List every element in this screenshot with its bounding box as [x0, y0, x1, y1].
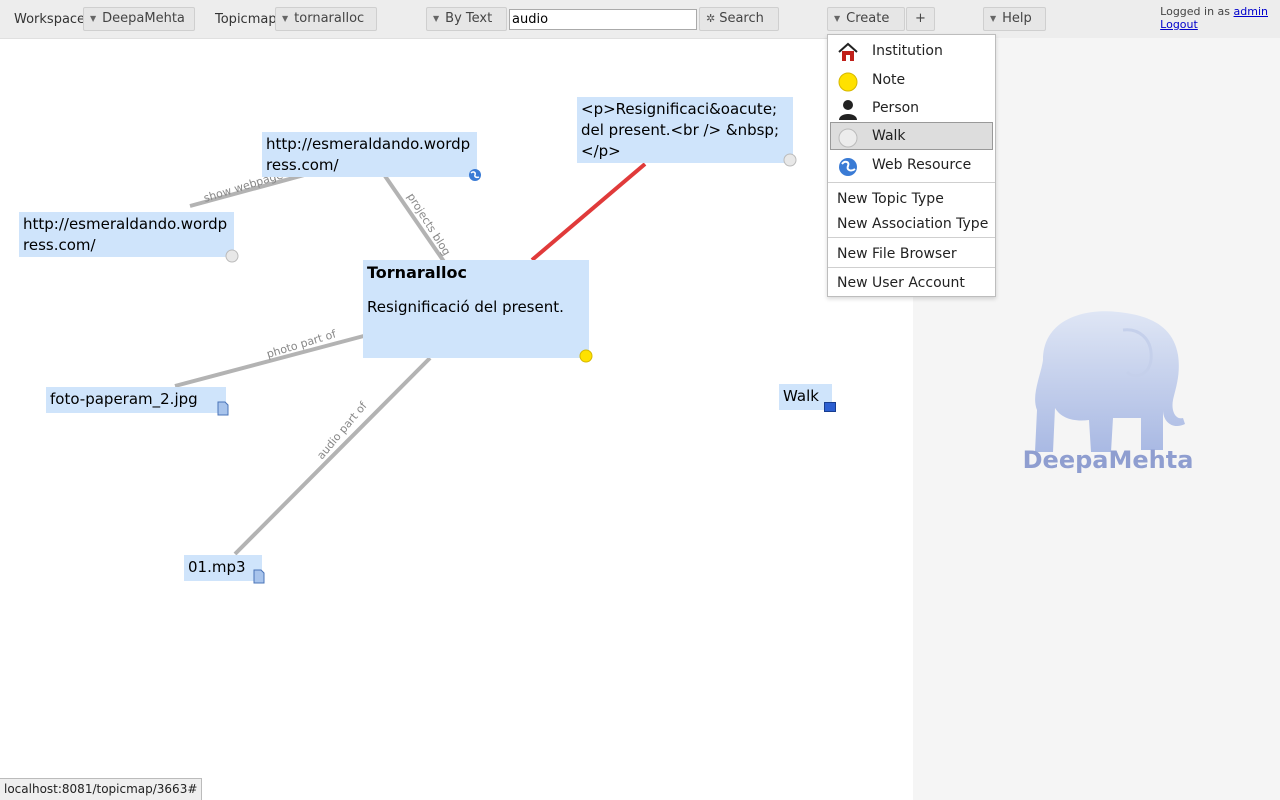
toolbar: Workspace ▼ DeepaMehta Topicmap ▼ tornaral…: [0, 0, 1280, 39]
add-button[interactable]: +: [906, 7, 935, 31]
search-mode-value: By Text: [445, 11, 493, 26]
menu-item-new-association-type[interactable]: New Association Type: [830, 210, 993, 238]
chevron-down-icon: ▼: [834, 14, 841, 23]
menu-item-label: New File Browser: [837, 246, 957, 262]
chevron-down-icon: ▼: [282, 14, 289, 23]
menu-item-label: Institution: [872, 43, 943, 59]
topic-web-resource-top[interactable]: http://esmeraldando.wordpress.com/: [262, 132, 477, 177]
topicmap-value: tornaralloc: [294, 11, 365, 26]
menu-separator: [828, 182, 995, 183]
menu-item-new-user-account[interactable]: New User Account: [830, 269, 993, 297]
association-label-projects-blog: projects blog: [404, 191, 453, 258]
topic-web-resource-left[interactable]: http://esmeraldando.wordpress.com/: [19, 212, 234, 257]
menu-item-new-topic-type[interactable]: New Topic Type: [830, 185, 993, 213]
yellow-dot-icon: [579, 349, 593, 363]
topic-subtitle: Resignificació del present.: [367, 298, 564, 316]
help-button[interactable]: ▼ Help: [983, 7, 1046, 31]
topic-label: foto-paperam_2.jpg: [50, 390, 198, 408]
topic-audio-file[interactable]: 01.mp3: [184, 555, 262, 581]
login-prefix: Logged in as: [1160, 5, 1231, 18]
deepamehta-logo: DeepaMehta: [1023, 300, 1193, 480]
menu-item-label: New Topic Type: [837, 191, 944, 207]
search-mode-select[interactable]: ▼ By Text: [426, 7, 507, 31]
menu-item-institution[interactable]: Institution: [830, 37, 993, 65]
topic-label: 01.mp3: [188, 558, 246, 576]
menu-item-label: Walk: [872, 128, 906, 144]
person-icon: [839, 100, 857, 120]
topic-note[interactable]: <p>Resignificaci&oacute; del present.<br…: [577, 97, 793, 163]
association-projects-blog[interactable]: [383, 174, 447, 265]
topic-label: http://esmeraldando.wordpress.com/: [23, 215, 228, 254]
topic-photo-file[interactable]: foto-paperam_2.jpg: [46, 387, 226, 413]
topic-label: http://esmeraldando.wordpress.com/: [266, 135, 471, 174]
chevron-down-icon: ▼: [990, 14, 997, 23]
association-photo-part-of[interactable]: [174, 331, 376, 388]
create-button[interactable]: ▼ Create: [827, 7, 905, 31]
create-button-label: Create: [846, 11, 890, 26]
menu-item-note[interactable]: Note: [830, 66, 993, 94]
file-icon: [217, 401, 229, 416]
chevron-down-icon: ▼: [433, 14, 440, 23]
create-menu: Institution Note Person Walk Web Resourc…: [827, 34, 996, 297]
globe-icon: [469, 169, 481, 181]
search-button[interactable]: ✲ Search: [699, 7, 779, 31]
topicmap-select[interactable]: ▼ tornaralloc: [275, 7, 377, 31]
search-button-label: Search: [719, 11, 764, 26]
menu-item-web-resource[interactable]: Web Resource: [830, 151, 993, 179]
association-highlighted[interactable]: [530, 162, 647, 262]
workspace-label: Workspace: [14, 12, 86, 27]
menu-item-walk[interactable]: Walk: [830, 122, 993, 150]
menu-item-label: Web Resource: [872, 157, 972, 173]
association-audio-part-of[interactable]: [233, 356, 432, 556]
menu-separator: [828, 267, 995, 268]
yellow-dot-icon: [838, 72, 858, 92]
logout-link[interactable]: Logout: [1160, 18, 1198, 31]
menu-item-label: Person: [872, 100, 920, 116]
walk-type-icon: [824, 402, 836, 412]
menu-item-label: New User Account: [837, 275, 965, 291]
topic-title: Tornaralloc: [367, 263, 467, 282]
house-icon: [838, 42, 858, 61]
menu-separator: [828, 237, 995, 238]
status-url: localhost:8081/topicmap/3663#: [4, 782, 198, 796]
gear-icon: ✲: [706, 12, 716, 25]
chevron-down-icon: ▼: [90, 14, 97, 23]
plus-icon: +: [915, 11, 926, 26]
help-button-label: Help: [1002, 11, 1032, 26]
menu-item-label: Note: [872, 72, 906, 88]
gray-dot-icon: [838, 128, 858, 148]
topic-main[interactable]: Tornaralloc Resignificació del present.: [363, 260, 589, 358]
workspace-select[interactable]: ▼ DeepaMehta: [83, 7, 195, 31]
association-label-audio-part-of: audio part of: [314, 399, 370, 462]
user-link[interactable]: admin: [1234, 5, 1268, 18]
login-status: Logged in as admin Logout: [1160, 5, 1268, 31]
topicmap-canvas[interactable]: show webpage projects blog photo part of…: [0, 38, 913, 800]
topicmap-label: Topicmap: [215, 12, 277, 27]
gray-dot-icon: [225, 249, 239, 263]
status-bar: localhost:8081/topicmap/3663#: [0, 778, 203, 800]
menu-item-label: New Association Type: [837, 216, 989, 232]
search-input[interactable]: [509, 9, 697, 30]
topic-label: <p>Resignificaci&oacute; del present.<br…: [581, 100, 780, 160]
globe-icon: [839, 158, 857, 176]
menu-item-new-file-browser[interactable]: New File Browser: [830, 240, 993, 268]
file-icon: [253, 569, 265, 584]
gray-dot-icon: [783, 153, 797, 167]
menu-item-person[interactable]: Person: [830, 94, 993, 122]
workspace-value: DeepaMehta: [102, 11, 185, 26]
logo-text: DeepaMehta: [1023, 446, 1193, 474]
